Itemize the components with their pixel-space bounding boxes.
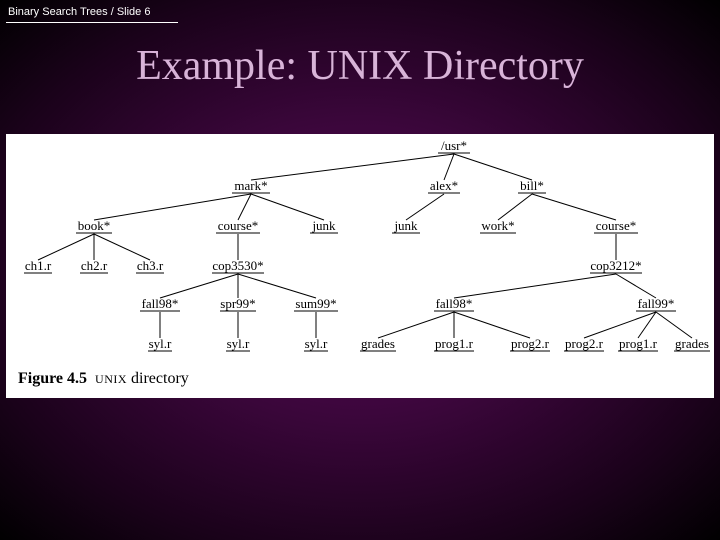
node-mark: mark* [234, 178, 267, 193]
node-junk-mark: junk [311, 218, 336, 233]
figure-caption: Figure 4.5 UNIX directory [18, 370, 189, 388]
caption-rest: directory [131, 370, 189, 387]
node-root: /usr* [441, 138, 467, 153]
node-junk-alex: junk [393, 218, 418, 233]
node-spr99: spr99* [220, 296, 255, 311]
node-ch1: ch1.r [25, 258, 52, 273]
breadcrumb-underline [6, 22, 178, 23]
node-ch2: ch2.r [81, 258, 108, 273]
node-fall99-bill: fall99* [638, 296, 675, 311]
node-ch3: ch3.r [137, 258, 164, 273]
node-book: book* [78, 218, 111, 233]
node-prog1-b1: prog1.r [435, 336, 474, 351]
node-syl1: syl.r [149, 336, 172, 351]
node-course-bill: course* [596, 218, 636, 233]
breadcrumb: Binary Search Trees / Slide 6 [8, 6, 150, 18]
caption-unix: UNIX [95, 372, 127, 386]
node-fall98-mark: fall98* [142, 296, 179, 311]
node-cop3530: cop3530* [212, 258, 263, 273]
figure-panel: /usr* mark* alex* bill* book* course* ju… [6, 134, 714, 398]
node-work: work* [481, 218, 514, 233]
node-sum99: sum99* [295, 296, 336, 311]
node-prog2-b1: prog2.r [511, 336, 550, 351]
node-fall98-bill: fall98* [436, 296, 473, 311]
node-grades-b1: grades [361, 336, 395, 351]
node-syl3: syl.r [305, 336, 328, 351]
node-alex: alex* [430, 178, 458, 193]
node-bill: bill* [520, 178, 544, 193]
node-cop3212: cop3212* [590, 258, 641, 273]
slide-title: Example: UNIX Directory [0, 42, 720, 90]
node-grades-b2: grades [675, 336, 709, 351]
node-syl2: syl.r [227, 336, 250, 351]
node-prog1-b2: prog1.r [619, 336, 658, 351]
figure-number: Figure 4.5 [18, 370, 87, 387]
unix-directory-tree: /usr* mark* alex* bill* book* course* ju… [6, 134, 714, 398]
node-course-mark: course* [218, 218, 258, 233]
node-prog2-b2: prog2.r [565, 336, 604, 351]
